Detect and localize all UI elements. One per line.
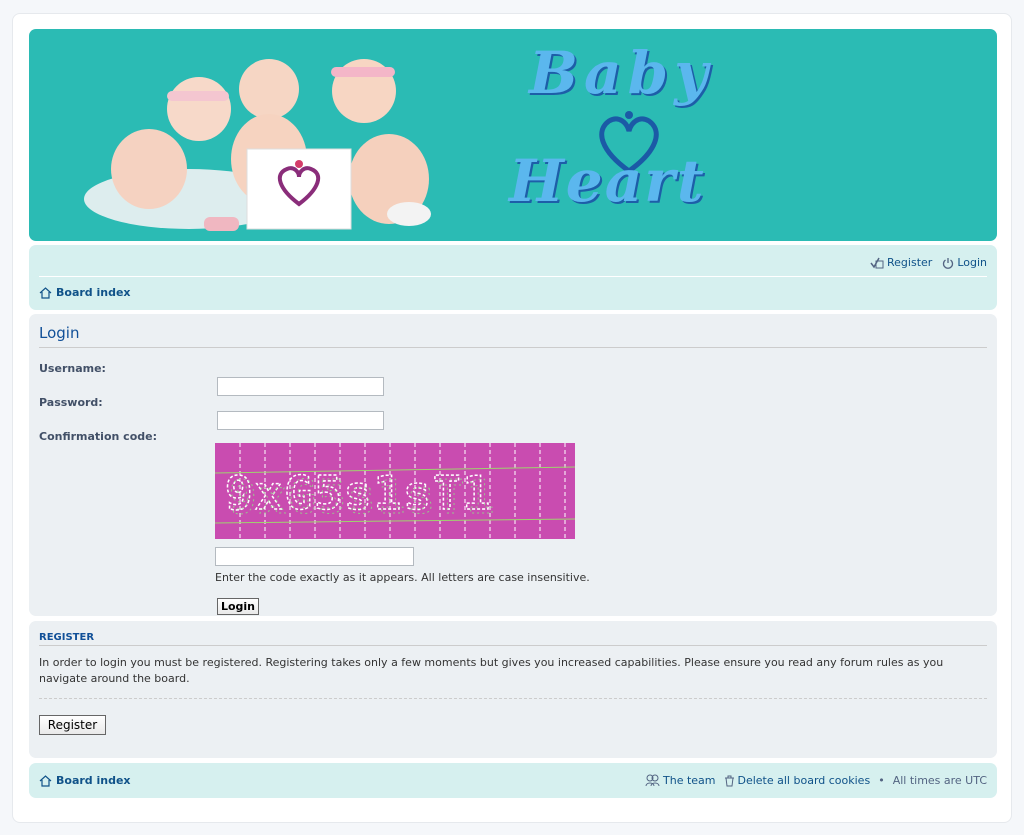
footer-breadcrumb[interactable]: Board index	[39, 774, 131, 787]
timezone-text: All times are UTC	[892, 774, 987, 787]
breadcrumb-board-index[interactable]: Board index	[56, 286, 131, 299]
team-icon	[645, 774, 660, 787]
login-link[interactable]: Login	[957, 256, 987, 269]
username-input[interactable]	[217, 377, 384, 396]
register-description: In order to login you must be registered…	[39, 656, 944, 685]
confirmation-code-input[interactable]	[215, 547, 414, 566]
page-wrapper: Baby Heart Register Login Board index Lo…	[12, 13, 1012, 823]
logo-text-heart: Heart	[509, 147, 706, 215]
captcha-graphic: 9xG5s1sT1 9xG5s1sT1	[215, 443, 575, 539]
password-label: Password:	[39, 396, 103, 409]
top-navbar: Register Login Board index	[29, 245, 997, 310]
site-logo: Baby Heart	[509, 39, 709, 239]
power-icon	[943, 257, 954, 269]
navbar-divider	[39, 276, 987, 277]
site-header-banner[interactable]: Baby Heart	[29, 29, 997, 241]
login-link-item[interactable]: Login	[942, 256, 987, 269]
breadcrumb[interactable]: Board index	[39, 286, 131, 299]
login-button[interactable]: Login	[217, 598, 259, 615]
trash-icon	[724, 775, 734, 786]
register-divider	[39, 698, 987, 699]
register-link-item[interactable]: Register	[870, 256, 932, 269]
register-icon	[870, 257, 884, 269]
home-icon	[39, 774, 52, 787]
svg-text:9xG5s1sT1: 9xG5s1sT1	[229, 470, 496, 524]
team-link-item[interactable]: The team	[645, 774, 716, 787]
register-panel: Register In order to login you must be r…	[29, 621, 997, 758]
register-link[interactable]: Register	[887, 256, 932, 269]
confirmation-code-label: Confirmation code:	[39, 430, 157, 443]
footer-breadcrumb-board-index[interactable]: Board index	[56, 774, 131, 787]
captcha-hint: Enter the code exactly as it appears. Al…	[215, 571, 590, 584]
password-input[interactable]	[217, 411, 384, 430]
captcha-image: 9xG5s1sT1 9xG5s1sT1	[215, 443, 575, 539]
footer-links: The team Delete all board cookies • All …	[645, 774, 987, 787]
user-links: Register Login	[870, 256, 987, 269]
team-link[interactable]: The team	[663, 774, 716, 787]
register-button[interactable]: Register	[39, 715, 106, 735]
username-label: Username:	[39, 362, 106, 375]
login-panel: Login Username: Password: Confirmation c…	[29, 314, 997, 616]
delete-cookies-link[interactable]: Delete all board cookies	[738, 774, 871, 787]
login-title: Login	[39, 324, 987, 348]
logo-text-baby: Baby	[529, 39, 714, 107]
bullet-separator: •	[878, 774, 885, 787]
delete-cookies-item[interactable]: Delete all board cookies	[724, 774, 871, 787]
footer-navbar: Board index The team Delete all board co…	[29, 763, 997, 798]
register-title: Register	[39, 632, 987, 646]
home-icon	[39, 286, 52, 299]
